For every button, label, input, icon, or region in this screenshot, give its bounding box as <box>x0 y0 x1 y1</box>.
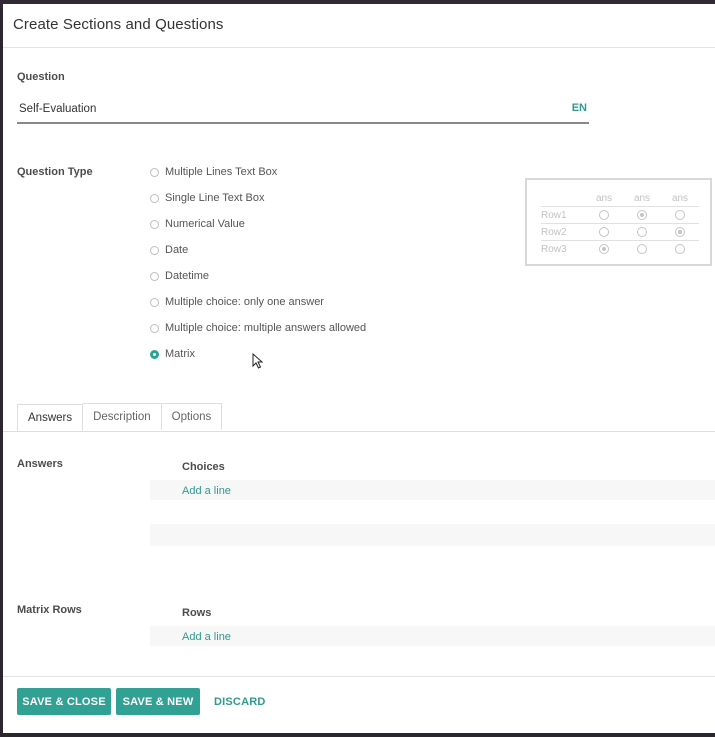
question-label: Question <box>17 71 65 83</box>
radio-circle <box>150 193 159 203</box>
language-button[interactable]: EN <box>572 102 587 114</box>
matrix-preview-radio-selected <box>675 227 685 237</box>
footer-divider <box>3 676 715 677</box>
radio-multiple-choice-multiple-answers[interactable]: Multiple choice: multiple answers allowe… <box>150 319 366 337</box>
tab-options[interactable]: Options <box>161 403 223 430</box>
radio-label: Multiple choice: multiple answers allowe… <box>165 322 367 334</box>
radio-label: Multiple Lines Text Box <box>165 166 278 178</box>
radio-label: Multiple choice: only one answer <box>165 296 324 308</box>
rows-column-header[interactable]: Rows <box>182 607 211 619</box>
tabs-divider <box>3 431 715 432</box>
create-question-dialog: Create Sections and Questions Question S… <box>3 4 715 733</box>
radio-label: Matrix <box>165 348 195 360</box>
radio-multiple-choice-one-answer[interactable]: Multiple choice: only one answer <box>150 293 324 311</box>
matrix-preview: ans ans ans Row1 Row2 Row3 <box>525 178 712 266</box>
radio-circle <box>150 245 159 255</box>
radio-multiple-lines-text-box[interactable]: Multiple Lines Text Box <box>150 163 277 181</box>
radio-circle <box>150 167 159 177</box>
dialog-title: Create Sections and Questions <box>13 16 224 33</box>
radio-circle <box>150 297 159 307</box>
tab-description[interactable]: Description <box>83 403 162 430</box>
matrix-preview-radio <box>599 210 609 220</box>
matrix-rows-label: Matrix Rows <box>17 604 82 616</box>
question-input-value: Self-Evaluation <box>19 103 97 115</box>
radio-label: Numerical Value <box>165 218 245 230</box>
radio-circle <box>150 271 159 281</box>
matrix-preview-header: ans ans ans <box>541 190 699 206</box>
question-input[interactable]: Self-Evaluation EN <box>17 100 589 124</box>
save-and-new-button[interactable]: SAVE & NEW <box>116 688 200 715</box>
matrix-preview-radio <box>675 210 685 220</box>
answers-list-row <box>150 524 715 546</box>
matrix-preview-radio <box>599 227 609 237</box>
matrix-preview-column: ans <box>595 192 613 204</box>
choices-column-header[interactable]: Choices <box>182 461 225 473</box>
radio-circle-checked <box>150 349 159 359</box>
discard-button[interactable]: DISCARD <box>214 688 266 715</box>
matrix-rows-add-line-link[interactable]: Add a line <box>182 631 231 643</box>
radio-datetime[interactable]: Datetime <box>150 267 209 285</box>
radio-circle <box>150 323 159 333</box>
radio-label: Datetime <box>165 270 210 282</box>
matrix-preview-row: Row2 <box>541 223 699 240</box>
radio-numerical-value[interactable]: Numerical Value <box>150 215 245 233</box>
radio-single-line-text-box[interactable]: Single Line Text Box <box>150 189 264 207</box>
matrix-preview-radio <box>637 244 647 254</box>
matrix-preview-row: Row3 <box>541 240 699 257</box>
matrix-preview-radio <box>637 227 647 237</box>
matrix-preview-grid: ans ans ans Row1 Row2 Row3 <box>541 190 699 257</box>
matrix-preview-radio-selected <box>599 244 609 254</box>
radio-label: Single Line Text Box <box>165 192 265 204</box>
matrix-preview-row-label: Row2 <box>541 226 567 238</box>
mouse-pointer-icon <box>252 353 264 369</box>
question-type-label: Question Type <box>17 166 93 178</box>
save-and-close-button[interactable]: SAVE & CLOSE <box>17 688 111 715</box>
radio-circle <box>150 219 159 229</box>
matrix-preview-radio <box>675 244 685 254</box>
tab-answers[interactable]: Answers <box>17 404 84 431</box>
radio-date[interactable]: Date <box>150 241 188 259</box>
radio-label: Date <box>165 244 189 256</box>
matrix-preview-row: Row1 <box>541 206 699 223</box>
matrix-rows-list-row <box>150 626 715 646</box>
answers-label: Answers <box>17 458 63 470</box>
dialog-header: Create Sections and Questions <box>3 4 715 48</box>
matrix-preview-column: ans <box>671 192 689 204</box>
answers-list-row <box>150 480 715 500</box>
matrix-preview-row-label: Row1 <box>541 209 567 221</box>
answers-add-line-link[interactable]: Add a line <box>182 485 231 497</box>
notebook-tabs: Answers Description Options <box>17 403 223 431</box>
radio-matrix[interactable]: Matrix <box>150 345 195 363</box>
matrix-preview-row-label: Row3 <box>541 243 567 255</box>
matrix-preview-column: ans <box>633 192 651 204</box>
matrix-preview-radio-selected <box>637 210 647 220</box>
